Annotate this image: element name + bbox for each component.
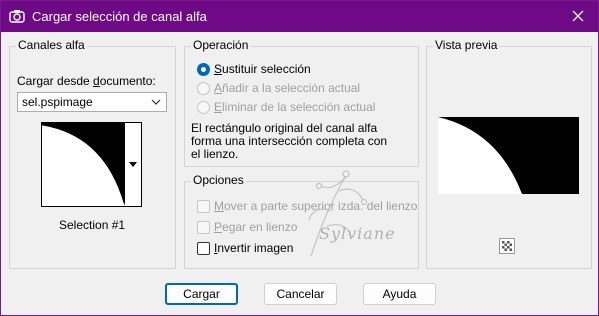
- preview-shape: [438, 117, 579, 194]
- radio-indicator[interactable]: [197, 101, 210, 114]
- preview-legend: Vista previa: [433, 38, 500, 52]
- close-icon: [572, 10, 584, 22]
- document-select-value: sel.pspimage: [22, 95, 93, 109]
- checkbox-box[interactable]: [197, 221, 210, 234]
- title-bar[interactable]: Cargar selección de canal alfa: [1, 1, 598, 32]
- checkbox-box[interactable]: [197, 200, 210, 213]
- preview-image: [438, 117, 579, 194]
- dropdown-arrow-icon: [129, 162, 137, 167]
- chevron-down-icon: [151, 99, 161, 105]
- radio-indicator-selected[interactable]: [197, 63, 210, 76]
- load-from-document-label: Cargar desde documento:: [17, 74, 156, 88]
- window-title: Cargar selección de canal alfa: [32, 9, 207, 24]
- channel-preview-shape: [42, 123, 125, 206]
- document-select[interactable]: sel.pspimage: [17, 92, 167, 112]
- selection-name-label: Selection #1: [59, 218, 126, 232]
- operation-legend: Operación: [191, 38, 251, 52]
- alpha-channels-legend: Canales alfa: [16, 38, 87, 52]
- channel-thumbnail[interactable]: [41, 122, 126, 207]
- dialog-window: Cargar selección de canal alfa Canales a…: [0, 0, 599, 316]
- operation-info-line: el lienzo.: [191, 147, 239, 161]
- channel-dropdown-button[interactable]: [125, 122, 142, 207]
- close-button[interactable]: [558, 1, 598, 32]
- cancel-button[interactable]: Cancelar: [264, 283, 337, 305]
- help-button[interactable]: Ayuda: [363, 283, 436, 305]
- radio-indicator[interactable]: [197, 82, 210, 95]
- load-button[interactable]: Cargar: [165, 283, 238, 305]
- checkerboard-zoom-icon[interactable]: [499, 238, 515, 254]
- camera-icon: [9, 10, 25, 23]
- options-legend: Opciones: [191, 173, 246, 187]
- checkbox-box[interactable]: [197, 242, 210, 255]
